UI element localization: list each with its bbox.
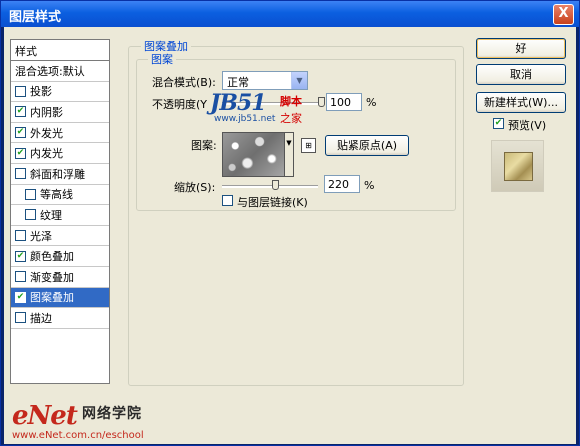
- style-item-checkbox[interactable]: [25, 188, 36, 200]
- style-item-checkbox[interactable]: ✔: [15, 250, 26, 262]
- style-item-label: 纹理: [40, 208, 62, 222]
- scale-label: 缩放(S):: [174, 181, 216, 194]
- style-item[interactable]: 斜面和浮雕: [11, 164, 109, 185]
- style-item-checkbox[interactable]: ✔: [15, 127, 26, 139]
- snap-to-origin-button[interactable]: 贴紧原点(A): [325, 135, 409, 156]
- style-list: 样式 混合选项:默认 投影 ✔ 内阴影 ✔ 外发光 ✔ 内发光斜面和浮雕等高线纹理光泽 ✔ 颜色…: [10, 39, 110, 384]
- scale-input[interactable]: 220: [324, 175, 360, 193]
- window-title: 图层样式: [9, 10, 62, 25]
- style-item[interactable]: 描边: [11, 308, 109, 329]
- link-with-layer-checkbox[interactable]: [222, 195, 233, 206]
- blend-mode-value: 正常: [227, 76, 249, 89]
- scale-slider-track[interactable]: [222, 185, 318, 188]
- pattern-swatch[interactable]: [222, 132, 285, 177]
- style-item-label: 内阴影: [30, 105, 63, 119]
- new-style-button[interactable]: 新建样式(W)...: [476, 92, 566, 113]
- style-item[interactable]: ✔ 颜色叠加: [11, 246, 109, 267]
- enet-url: www.eNet.com.cn/eschool: [12, 430, 144, 441]
- close-button[interactable]: X: [553, 4, 574, 25]
- style-item-checkbox[interactable]: [15, 168, 26, 180]
- watermark-red-text: 脚本: [280, 95, 302, 108]
- preview-checkbox[interactable]: ✔: [493, 118, 504, 129]
- opacity-slider-thumb[interactable]: [318, 97, 325, 107]
- pattern-dropdown-arrow-icon[interactable]: ▼: [285, 132, 294, 177]
- style-list-header[interactable]: 样式: [11, 40, 109, 61]
- style-item[interactable]: ✔ 内阴影: [11, 102, 109, 123]
- style-item-label: 等高线: [40, 188, 73, 202]
- scale-slider-thumb[interactable]: [272, 180, 279, 190]
- pattern-group-title: 图案: [148, 51, 176, 67]
- style-item[interactable]: 渐变叠加: [11, 267, 109, 288]
- style-preview: [491, 140, 544, 192]
- opacity-unit: %: [366, 96, 377, 109]
- new-preset-icon[interactable]: ⊞: [301, 138, 316, 153]
- style-item-checkbox[interactable]: [15, 85, 26, 97]
- style-item-label: 斜面和浮雕: [30, 167, 85, 181]
- style-item[interactable]: 光泽: [11, 226, 109, 247]
- style-item[interactable]: 纹理: [11, 205, 109, 226]
- enet-logo: eNet: [12, 401, 78, 431]
- style-item-checkbox[interactable]: ✔: [15, 291, 26, 303]
- dialog-client: 样式 混合选项:默认 投影 ✔ 内阴影 ✔ 外发光 ✔ 内发光斜面和浮雕等高线纹理光泽 ✔ 颜色…: [4, 27, 576, 444]
- title-bar[interactable]: 图层样式 X: [1, 1, 579, 27]
- layer-style-dialog: 图层样式 X 样式 混合选项:默认 投影 ✔ 内阴影 ✔ 外发光 ✔ 内发光斜面和浮雕等高线…: [0, 0, 580, 446]
- style-item-checkbox[interactable]: [15, 230, 26, 242]
- watermark-logo: JB51: [210, 90, 267, 116]
- style-item-checkbox[interactable]: [15, 312, 26, 324]
- style-item[interactable]: ✔ 内发光: [11, 143, 109, 164]
- style-item-label: 描边: [30, 311, 52, 325]
- opacity-input[interactable]: 100: [326, 93, 362, 111]
- style-item-checkbox[interactable]: [15, 271, 26, 283]
- link-with-layer-label: 与图层链接(K): [237, 196, 308, 209]
- pattern-label: 图案:: [191, 139, 217, 152]
- style-item-label: 外发光: [30, 126, 63, 140]
- preview-thumbnail: [504, 152, 533, 181]
- style-item-checkbox[interactable]: [25, 209, 36, 221]
- ok-button[interactable]: 好: [476, 38, 566, 59]
- opacity-label: 不透明度(Y: [152, 98, 208, 111]
- style-item-label: 内发光: [30, 147, 63, 161]
- style-item[interactable]: 投影: [11, 82, 109, 103]
- blend-mode-label: 混合模式(B):: [152, 76, 216, 89]
- watermark-url: www.jb51.net: [214, 114, 276, 124]
- preview-label: 预览(V): [508, 119, 547, 132]
- style-item-checkbox[interactable]: ✔: [15, 147, 26, 159]
- blend-options-item[interactable]: 混合选项:默认: [11, 61, 109, 82]
- chevron-down-icon[interactable]: ▼: [291, 72, 307, 89]
- style-item-checkbox[interactable]: ✔: [15, 106, 26, 118]
- style-item-label: 光泽: [30, 229, 52, 243]
- watermark-red-text-2: 之家: [280, 112, 302, 125]
- style-item-label: 渐变叠加: [30, 270, 74, 284]
- blend-mode-select[interactable]: 正常 ▼: [222, 71, 308, 90]
- style-item-label: 颜色叠加: [30, 250, 74, 264]
- style-item-label: 图案叠加: [30, 291, 74, 305]
- scale-unit: %: [364, 179, 375, 192]
- enet-chinese-name: 网络学院: [82, 406, 142, 422]
- cancel-button[interactable]: 取消: [476, 64, 566, 85]
- style-item[interactable]: ✔ 图案叠加: [11, 287, 109, 309]
- style-item[interactable]: ✔ 外发光: [11, 123, 109, 144]
- style-item-label: 投影: [30, 85, 52, 99]
- style-item[interactable]: 等高线: [11, 185, 109, 206]
